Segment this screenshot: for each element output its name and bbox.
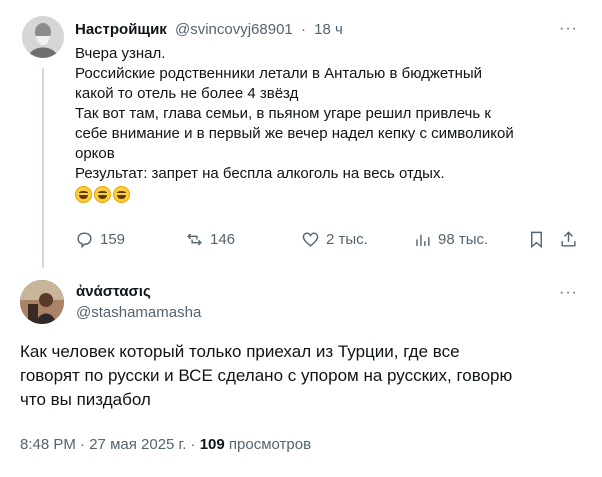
share-button[interactable] — [559, 230, 578, 249]
like-count: 2 тыс. — [326, 231, 368, 248]
author-name[interactable]: Настройщик — [75, 21, 167, 38]
post-time[interactable]: 8:48 PM — [20, 436, 76, 453]
views-button[interactable]: 98 тыс. — [413, 230, 488, 249]
like-button[interactable]: 2 тыс. — [301, 230, 368, 249]
views-label: просмотров — [228, 436, 312, 453]
separator: · — [190, 436, 196, 453]
tweet-line: что вы пиздабол — [20, 390, 151, 409]
tweet-text: Как человек который только приехал из Ту… — [20, 340, 590, 412]
grinning-face-icon — [113, 186, 130, 203]
repost-icon — [187, 233, 202, 246]
tweet-line: говорят по русски и ВСЕ сделано с упором… — [20, 366, 513, 385]
reply-button[interactable]: 159 — [75, 230, 125, 249]
tweet-text: Вчера узнал. Российские родственники лет… — [75, 44, 585, 203]
bookmark-icon — [531, 231, 542, 249]
tweet-line: орков — [75, 145, 115, 162]
avatar[interactable] — [22, 16, 64, 58]
tweet-header: Настройщик @svincovyj68901 · 18 ч — [75, 20, 343, 40]
author-handle[interactable]: @stashamamasha — [76, 304, 201, 321]
views-icon — [416, 234, 430, 246]
tweet-actions: 159 146 2 тыс. 98 тыс. — [75, 230, 585, 254]
tweet-line: Вчера узнал. — [75, 45, 166, 62]
emoji-row — [75, 186, 585, 203]
views-count: 98 тыс. — [438, 231, 489, 248]
share-icon — [561, 231, 576, 247]
heart-icon — [302, 232, 319, 247]
more-options-icon[interactable]: ··· — [559, 20, 578, 38]
repost-button[interactable]: 146 — [185, 230, 235, 249]
reply-icon — [77, 232, 92, 249]
grinning-face-icon — [75, 186, 92, 203]
tweet-line: Как человек который только приехал из Ту… — [20, 342, 460, 361]
author-name[interactable]: ἀνάστασις — [76, 283, 151, 300]
tweet-line: Российские родственники летали в Анталью… — [75, 65, 483, 82]
post-date[interactable]: 27 мая 2025 г. — [89, 436, 186, 453]
reply-count: 159 — [100, 231, 126, 248]
timestamp[interactable]: 18 ч — [314, 21, 343, 38]
more-options-icon[interactable]: ··· — [559, 284, 578, 302]
author-handle[interactable]: @svincovyj68901 — [175, 21, 293, 38]
separator: · — [300, 21, 306, 38]
tweet-line: Так вот там, глава семьи, в пьяном угаре… — [75, 105, 491, 122]
avatar[interactable] — [20, 280, 64, 324]
tweet-footer: 8:48 PM · 27 мая 2025 г. · 109 просмотро… — [20, 436, 311, 453]
thread-connector — [42, 68, 44, 268]
tweet-line: Результат: запрет на беспла алкоголь на … — [75, 165, 445, 182]
repost-count: 146 — [210, 231, 236, 248]
grinning-face-icon — [94, 186, 111, 203]
bookmark-button[interactable] — [527, 230, 546, 249]
separator: · — [80, 436, 86, 453]
tweet-line: себе внимание и в первый же вечер надел … — [75, 125, 514, 142]
views-count: 109 — [199, 436, 225, 453]
tweet-line: какой то отель не более 4 звёзд — [75, 85, 299, 102]
